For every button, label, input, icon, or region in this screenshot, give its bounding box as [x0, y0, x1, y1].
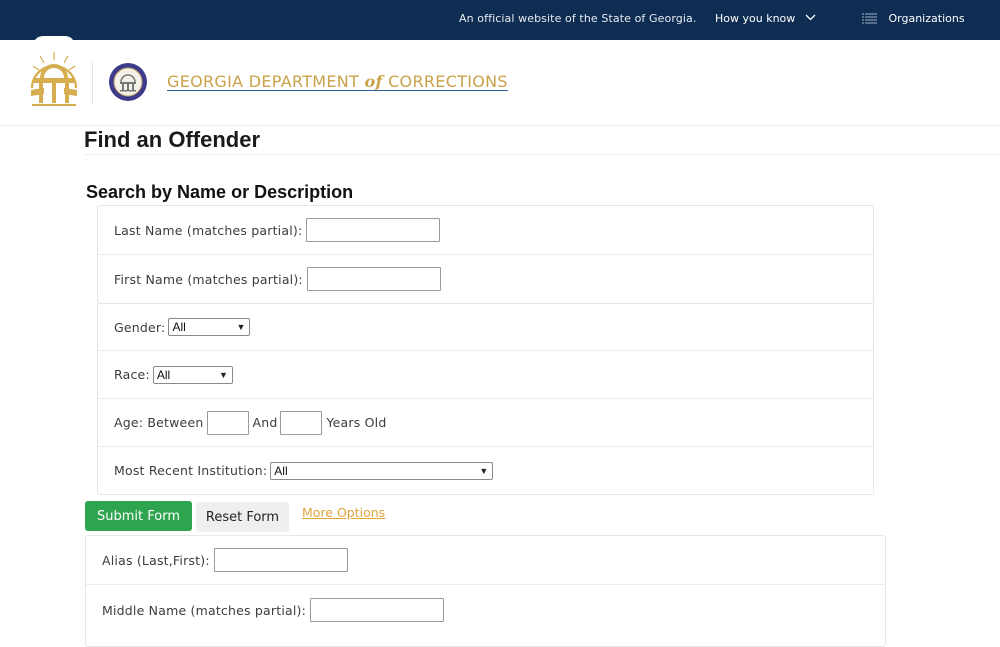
brand-text-prefix: GEORGIA DEPARTMENT — [167, 72, 365, 91]
institution-select[interactable]: All ▼ — [270, 461, 494, 480]
last-name-row: Last Name (matches partial): — [98, 206, 873, 255]
brand-text-of: of — [364, 72, 383, 91]
institution-selected-value: All — [274, 463, 288, 478]
description-search-card: Gender: All ▼ Race: All ▼ Age: Between A… — [97, 303, 874, 495]
submit-form-button[interactable]: Submit Form — [85, 501, 192, 531]
middle-name-row: Middle Name (matches partial): — [86, 585, 885, 635]
logo-divider — [92, 62, 93, 104]
georgia-state-logo[interactable] — [26, 48, 82, 108]
last-name-input[interactable] — [306, 218, 441, 242]
alias-label: Alias (Last,First): — [102, 552, 210, 568]
logo-tab — [33, 36, 75, 46]
reset-form-button[interactable]: Reset Form — [196, 502, 289, 532]
age-max-input[interactable] — [280, 410, 323, 435]
first-name-input[interactable] — [306, 267, 441, 291]
title-divider — [84, 154, 1000, 155]
more-options-link[interactable]: More Options — [302, 505, 385, 520]
middle-name-input[interactable] — [310, 598, 445, 622]
race-label: Race: — [114, 367, 150, 382]
list-menu-icon — [862, 13, 877, 24]
age-min-input[interactable] — [207, 410, 250, 435]
last-name-label: Last Name (matches partial): — [114, 222, 303, 238]
page-title: Find an Offender — [84, 127, 260, 152]
gender-select[interactable]: All ▼ — [168, 318, 251, 336]
race-selected-value: All — [156, 367, 171, 382]
alias-input[interactable] — [213, 548, 348, 572]
department-of-corrections-seal — [109, 63, 147, 101]
department-home-link[interactable]: GEORGIA DEPARTMENT of CORRECTIONS — [167, 72, 508, 91]
official-site-banner: An official website of the State of Geor… — [0, 0, 1000, 40]
first-name-label: First Name (matches partial): — [114, 271, 303, 287]
brand-text-suffix: CORRECTIONS — [382, 72, 508, 91]
chevron-down-icon: ▼ — [479, 465, 489, 476]
site-header: GEORGIA DEPARTMENT of CORRECTIONS — [0, 36, 1000, 126]
institution-row: Most Recent Institution: All ▼ — [98, 447, 873, 494]
gender-label: Gender: — [114, 319, 166, 335]
how-you-know-label: How you know — [715, 12, 796, 25]
alias-row: Alias (Last,First): — [86, 536, 885, 585]
chevron-down-icon — [805, 14, 816, 21]
institution-label: Most Recent Institution: — [114, 463, 268, 478]
chevron-down-icon: ▼ — [218, 369, 228, 380]
how-you-know-toggle[interactable]: How you know — [715, 12, 816, 25]
race-select[interactable]: All ▼ — [152, 365, 233, 384]
gender-selected-value: All — [172, 320, 186, 334]
more-options-card: Alias (Last,First): Middle Name (matches… — [85, 535, 886, 647]
name-search-card: Last Name (matches partial): First Name … — [97, 205, 874, 304]
middle-name-label: Middle Name (matches partial): — [102, 602, 307, 618]
age-and-label: And — [252, 415, 278, 430]
chevron-down-icon: ▼ — [236, 322, 246, 332]
age-row: Age: Between And Years Old — [98, 399, 873, 447]
organizations-menu-button[interactable]: Organizations — [862, 12, 965, 25]
official-website-text: An official website of the State of Geor… — [459, 12, 697, 25]
section-title: Search by Name or Description — [86, 182, 354, 202]
first-name-row: First Name (matches partial): — [98, 255, 873, 303]
age-between-label: Age: Between — [114, 415, 204, 430]
gender-row: Gender: All ▼ — [98, 304, 873, 351]
age-years-old-label: Years Old — [326, 415, 387, 430]
organizations-label: Organizations — [888, 12, 965, 25]
race-row: Race: All ▼ — [98, 351, 873, 399]
